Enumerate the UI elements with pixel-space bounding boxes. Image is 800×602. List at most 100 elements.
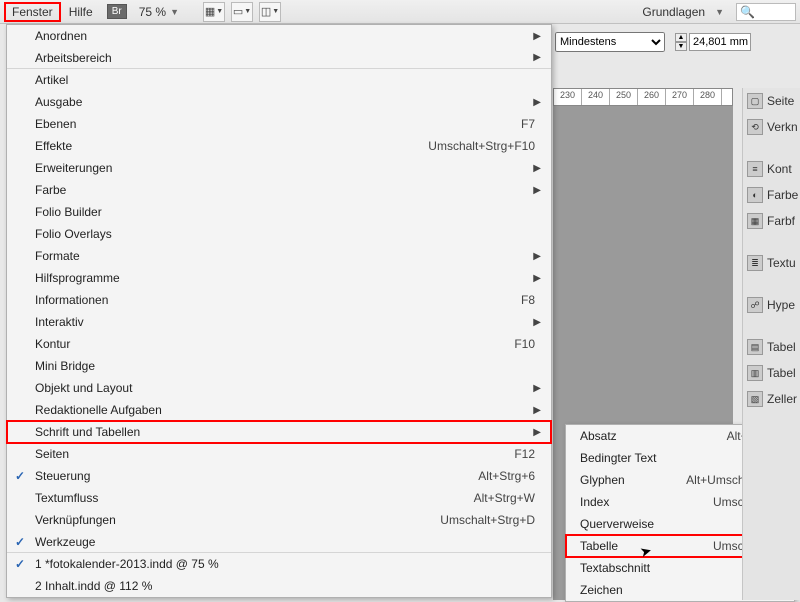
panel-icon: ▤ bbox=[747, 339, 763, 355]
menu-fenster[interactable]: Fenster bbox=[4, 2, 61, 22]
menu-item[interactable]: Artikel bbox=[7, 69, 551, 91]
menu-item[interactable]: Ausgabe▶ bbox=[7, 91, 551, 113]
stepper-down-icon[interactable]: ▼ bbox=[675, 42, 687, 51]
stepper-up-icon[interactable]: ▲ bbox=[675, 33, 687, 42]
panel-label: Tabel bbox=[767, 340, 796, 354]
menu-item-label: Arbeitsbereich bbox=[35, 51, 533, 65]
view-icon-1[interactable]: ▦▼ bbox=[203, 2, 225, 22]
shortcut-label: F10 bbox=[514, 337, 535, 351]
menu-item[interactable]: SeitenF12 bbox=[7, 443, 551, 465]
bridge-badge[interactable]: Br bbox=[107, 4, 127, 19]
panel-label: Seite bbox=[767, 94, 794, 108]
panel-tab[interactable]: ☍ Hype bbox=[743, 292, 800, 318]
menu-item-label: Objekt und Layout bbox=[35, 381, 533, 395]
submenu-item-label: Zeichen bbox=[580, 583, 748, 597]
menu-item[interactable]: Folio Overlays bbox=[7, 223, 551, 245]
menu-item[interactable]: 2 Inhalt.indd @ 112 % bbox=[7, 575, 551, 597]
view-icon-3[interactable]: ◫▼ bbox=[259, 2, 281, 22]
submenu-arrow-icon: ▶ bbox=[533, 31, 541, 42]
menu-hilfe[interactable]: Hilfe bbox=[61, 2, 101, 22]
menu-item[interactable]: EbenenF7 bbox=[7, 113, 551, 135]
panel-icon: ☍ bbox=[747, 297, 763, 313]
menu-item-label: Kontur bbox=[35, 337, 514, 351]
ruler-tick: 260 bbox=[638, 89, 666, 105]
menu-item-label: Informationen bbox=[35, 293, 521, 307]
dropdown-icon[interactable]: ▼ bbox=[715, 7, 724, 17]
submenu-arrow-icon: ▶ bbox=[533, 383, 541, 394]
search-input[interactable]: 🔍 bbox=[736, 3, 796, 21]
panel-tab[interactable]: ▥Tabel bbox=[743, 360, 800, 386]
menu-item[interactable]: Interaktiv▶ bbox=[7, 311, 551, 333]
submenu-item-label: Tabelle bbox=[580, 539, 713, 553]
zoom-level[interactable]: 75 % bbox=[139, 5, 166, 19]
menu-item[interactable]: EffekteUmschalt+Strg+F10 bbox=[7, 135, 551, 157]
submenu-item-label: Glyphen bbox=[580, 473, 686, 487]
menu-item[interactable]: InformationenF8 bbox=[7, 289, 551, 311]
panel-tab[interactable]: ◐Farbe bbox=[743, 182, 800, 208]
menu-item[interactable]: ✓SteuerungAlt+Strg+6 bbox=[7, 465, 551, 487]
menu-item-label: Folio Builder bbox=[35, 205, 541, 219]
menu-item[interactable]: Arbeitsbereich▶ bbox=[7, 47, 551, 69]
menu-item-label: Werkzeuge bbox=[35, 535, 541, 549]
menu-item[interactable]: Erweiterungen▶ bbox=[7, 157, 551, 179]
panel-tab[interactable]: ▢ Seite bbox=[743, 88, 800, 114]
menu-item[interactable]: Formate▶ bbox=[7, 245, 551, 267]
panel-label: Farbe bbox=[767, 188, 798, 202]
submenu-arrow-icon: ▶ bbox=[533, 405, 541, 416]
stepper-input[interactable] bbox=[689, 33, 751, 51]
panel-tab[interactable]: ▤ Tabel bbox=[743, 334, 800, 360]
panel-label: Kont bbox=[767, 162, 792, 176]
top-menubar: Fenster Hilfe Br 75 % ▼ ▦▼ ▭▼ ◫▼ Grundla… bbox=[0, 0, 800, 24]
ruler-tick: 230 bbox=[554, 89, 582, 105]
view-icon-2[interactable]: ▭▼ bbox=[231, 2, 253, 22]
menu-item-label: 1 *fotokalender-2013.indd @ 75 % bbox=[35, 557, 541, 571]
submenu-arrow-icon: ▶ bbox=[533, 52, 541, 63]
menu-item-label: Textumfluss bbox=[35, 491, 474, 505]
menu-item-label: Mini Bridge bbox=[35, 359, 541, 373]
menu-item[interactable]: VerknüpfungenUmschalt+Strg+D bbox=[7, 509, 551, 531]
dropdown-icon[interactable]: ▼ bbox=[170, 7, 179, 17]
menu-item[interactable]: TextumflussAlt+Strg+W bbox=[7, 487, 551, 509]
panel-icon: ▥ bbox=[747, 365, 763, 381]
menu-item-label: Verknüpfungen bbox=[35, 513, 440, 527]
shortcut-label: Umschalt+Strg+D bbox=[440, 513, 535, 527]
menu-item-label: Ausgabe bbox=[35, 95, 533, 109]
submenu-item-label: Absatz bbox=[580, 429, 727, 443]
panel-tab[interactable]: ≣Textu bbox=[743, 250, 800, 276]
value-stepper[interactable]: ▲ ▼ bbox=[675, 33, 751, 51]
check-icon: ✓ bbox=[15, 535, 25, 549]
horizontal-ruler: 230240250260270280 bbox=[553, 88, 733, 106]
menu-item-label: Steuerung bbox=[35, 469, 478, 483]
menu-item-label: Artikel bbox=[35, 73, 541, 87]
submenu-arrow-icon: ▶ bbox=[533, 427, 541, 438]
panel-tab[interactable]: ▦Farbf bbox=[743, 208, 800, 234]
menu-item[interactable]: ✓ Werkzeuge bbox=[7, 531, 551, 553]
panel-label: Hype bbox=[767, 298, 795, 312]
panel-icon: ▢ bbox=[747, 93, 763, 109]
panel-icon: ≣ bbox=[747, 255, 763, 271]
menu-item[interactable]: Objekt und Layout▶ bbox=[7, 377, 551, 399]
shortcut-label: Alt+Strg+W bbox=[474, 491, 535, 505]
menu-item[interactable]: Schrift und Tabellen▶ bbox=[7, 421, 551, 443]
shortcut-label: Umschalt+Strg+F10 bbox=[428, 139, 535, 153]
menu-item[interactable]: ✓1 *fotokalender-2013.indd @ 75 % bbox=[7, 553, 551, 575]
panel-tab[interactable]: ⟲Verkn bbox=[743, 114, 800, 140]
menu-item-label: 2 Inhalt.indd @ 112 % bbox=[35, 579, 541, 593]
menu-item[interactable]: KonturF10 bbox=[7, 333, 551, 355]
menu-item[interactable]: Mini Bridge bbox=[7, 355, 551, 377]
menu-item[interactable]: Anordnen▶ bbox=[7, 25, 551, 47]
panel-tab[interactable]: ▧Zeller bbox=[743, 386, 800, 412]
menu-item[interactable]: Folio Builder bbox=[7, 201, 551, 223]
menu-item-label: Ebenen bbox=[35, 117, 521, 131]
submenu-arrow-icon: ▶ bbox=[533, 163, 541, 174]
menu-item[interactable]: Redaktionelle Aufgaben▶ bbox=[7, 399, 551, 421]
menu-item[interactable]: Farbe▶ bbox=[7, 179, 551, 201]
ruler-tick: 240 bbox=[582, 89, 610, 105]
right-panel-dock: ▢ Seite ⟲Verkn ≡Kont◐Farbe▦Farbf ≣Textu ☍ Hype… bbox=[742, 88, 800, 600]
panel-icon: ▦ bbox=[747, 213, 763, 229]
menu-item[interactable]: Hilfsprogramme▶ bbox=[7, 267, 551, 289]
workspace-label[interactable]: Grundlagen bbox=[642, 5, 705, 19]
leading-mode-select[interactable]: Mindestens bbox=[555, 32, 665, 52]
shortcut-label: F8 bbox=[521, 293, 535, 307]
panel-tab[interactable]: ≡Kont bbox=[743, 156, 800, 182]
